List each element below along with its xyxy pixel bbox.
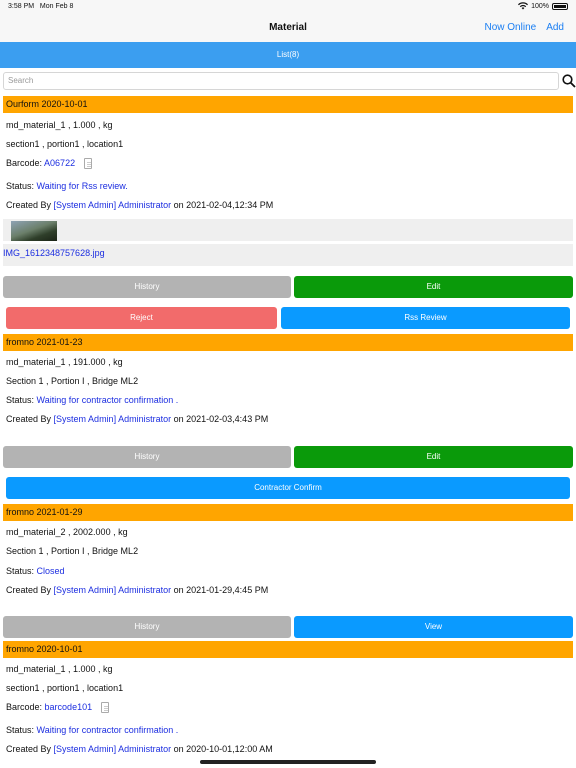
document-icon[interactable]: [83, 158, 92, 170]
on-label: on: [173, 585, 184, 595]
record-location: section1 , portion1 , location1: [6, 139, 124, 149]
search-input[interactable]: Search: [3, 72, 559, 90]
record-barcode: Barcode: A06722: [6, 158, 92, 170]
created-at: 2021-02-04,12:34 PM: [186, 200, 274, 210]
record-material: md_material_1 , 191.000 , kg: [6, 357, 123, 367]
record-status: Status: Closed: [6, 566, 65, 576]
barcode-label: Barcode:: [6, 158, 43, 168]
status-indicators: 100%: [518, 2, 568, 10]
search-icon[interactable]: [562, 74, 576, 88]
status-value: Waiting for contractor confirmation .: [36, 725, 179, 735]
record-material: md_material_1 , 1.000 , kg: [6, 664, 113, 674]
creator-link[interactable]: [System Admin] Administrator: [54, 744, 172, 754]
attachment-thumbnail[interactable]: [11, 221, 57, 241]
rss-review-button[interactable]: Rss Review: [281, 307, 570, 329]
wifi-icon: [518, 2, 529, 10]
status-value: Waiting for contractor confirmation .: [36, 395, 179, 405]
add-button[interactable]: Add: [546, 22, 564, 33]
record-created: Created By [System Admin] Administrator …: [6, 200, 273, 210]
created-at: 2021-02-03,4:43 PM: [186, 414, 269, 424]
record-created: Created By [System Admin] Administrator …: [6, 744, 273, 754]
created-by-label: Created By: [6, 200, 52, 210]
battery-icon: [552, 2, 568, 10]
barcode-label: Barcode:: [6, 702, 43, 712]
barcode-link[interactable]: A06722: [44, 158, 75, 168]
barcode-link[interactable]: barcode101: [45, 702, 93, 712]
reject-button[interactable]: Reject: [6, 307, 277, 329]
status-label: Status:: [6, 181, 35, 191]
home-indicator[interactable]: [200, 760, 376, 764]
history-button[interactable]: History: [3, 616, 291, 638]
on-label: on: [173, 744, 184, 754]
list-header: List(8): [0, 42, 576, 68]
record-status: Status: Waiting for Rss review.: [6, 181, 128, 191]
status-value: Closed: [36, 566, 65, 576]
record-status: Status: Waiting for contractor confirmat…: [6, 725, 178, 735]
record-barcode: Barcode: barcode101: [6, 702, 109, 714]
attachment-filename[interactable]: IMG_1612348757628.jpg: [3, 248, 105, 258]
record-location: Section 1 , Portion I , Bridge ML2: [6, 376, 139, 386]
status-label: Status:: [6, 395, 35, 405]
contractor-confirm-button[interactable]: Contractor Confirm: [6, 477, 570, 499]
record-header[interactable]: fromno 2021-01-23: [3, 334, 573, 351]
creator-link[interactable]: [System Admin] Administrator: [54, 200, 172, 210]
attachment-file-row: IMG_1612348757628.jpg: [3, 244, 573, 266]
record-location: Section 1 , Portion I , Bridge ML2: [6, 546, 139, 556]
navigation-bar: Material Now Online Add: [0, 14, 576, 42]
record-material: md_material_1 , 1.000 , kg: [6, 120, 113, 130]
status-label: Status:: [6, 566, 35, 576]
status-bar: 3:58 PM Mon Feb 8 100%: [0, 0, 576, 14]
status-label: Status:: [6, 725, 35, 735]
record-material: md_material_2 , 2002.000 , kg: [6, 527, 128, 537]
status-time: 3:58 PM Mon Feb 8: [8, 3, 74, 10]
record-header[interactable]: Ourform 2020-10-01: [3, 96, 573, 113]
edit-button[interactable]: Edit: [294, 446, 573, 468]
on-label: on: [173, 200, 184, 210]
history-button[interactable]: History: [3, 276, 291, 298]
on-label: on: [173, 414, 184, 424]
record-header[interactable]: fromno 2020-10-01: [3, 641, 573, 658]
view-button[interactable]: View: [294, 616, 573, 638]
edit-button[interactable]: Edit: [294, 276, 573, 298]
record-created: Created By [System Admin] Administrator …: [6, 585, 268, 595]
attachment-thumbnail-row: [3, 219, 573, 241]
history-button[interactable]: History: [3, 446, 291, 468]
created-by-label: Created By: [6, 414, 52, 424]
document-icon[interactable]: [100, 702, 109, 714]
created-at: 2020-10-01,12:00 AM: [186, 744, 273, 754]
created-by-label: Created By: [6, 585, 52, 595]
status-value: Waiting for Rss review.: [36, 181, 128, 191]
record-status: Status: Waiting for contractor confirmat…: [6, 395, 178, 405]
created-at: 2021-01-29,4:45 PM: [186, 585, 269, 595]
record-location: section1 , portion1 , location1: [6, 683, 124, 693]
creator-link[interactable]: [System Admin] Administrator: [54, 414, 172, 424]
creator-link[interactable]: [System Admin] Administrator: [54, 585, 172, 595]
created-by-label: Created By: [6, 744, 52, 754]
now-online-button[interactable]: Now Online: [485, 22, 537, 33]
battery-percent: 100%: [531, 2, 549, 10]
record-header[interactable]: fromno 2021-01-29: [3, 504, 573, 521]
record-created: Created By [System Admin] Administrator …: [6, 414, 268, 424]
